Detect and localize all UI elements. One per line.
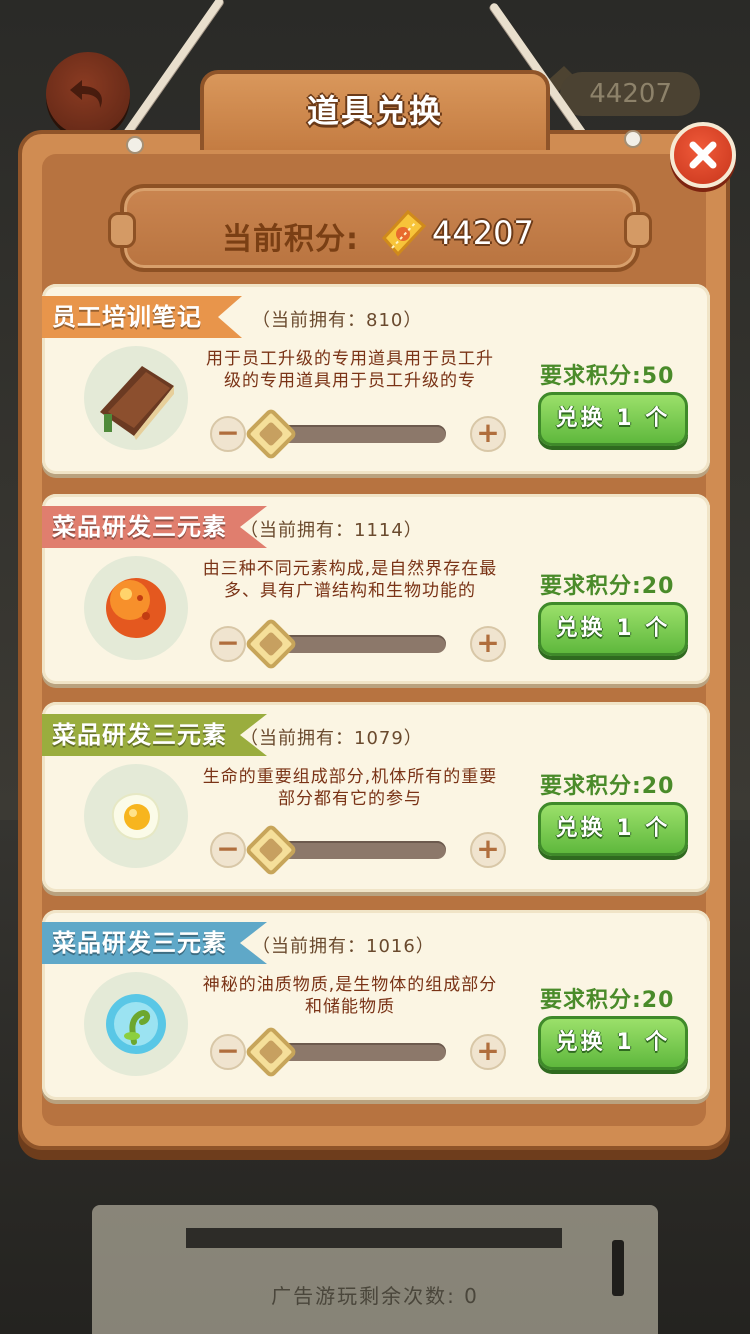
notebook-icon bbox=[100, 366, 174, 440]
ad-slot bbox=[186, 1228, 562, 1248]
item-card-1: 员工培训笔记 （当前拥有：810） 用于员工升级的专用道具用于员工升级的专用道具… bbox=[42, 284, 710, 474]
increase-button[interactable]: + bbox=[470, 416, 506, 452]
exchange-button[interactable]: 兑换 1 个 bbox=[538, 392, 688, 446]
quantity-slider-handle[interactable] bbox=[244, 1025, 298, 1079]
owned-count: （当前拥有：1016） bbox=[252, 936, 435, 957]
decrease-button[interactable]: − bbox=[210, 832, 246, 868]
orange-orb-icon bbox=[106, 578, 166, 638]
ad-card bbox=[92, 1205, 658, 1334]
quantity-slider-handle[interactable] bbox=[244, 407, 298, 461]
item-description: 生命的重要组成部分,机体所有的重要部分都有它的参与 bbox=[202, 767, 498, 809]
back-arrow-icon bbox=[70, 80, 102, 108]
item-card-4: 菜品研发三元素 （当前拥有：1016） 神秘的油质物质,是生物体的组成部分和储能… bbox=[42, 910, 710, 1100]
quantity-slider-handle[interactable] bbox=[244, 617, 298, 671]
back-button[interactable] bbox=[46, 52, 130, 136]
quantity-slider-track[interactable] bbox=[274, 841, 446, 859]
item-icon-circle bbox=[84, 346, 188, 450]
required-points: 要求积分:20 bbox=[540, 774, 675, 799]
points-value: 44207 bbox=[432, 214, 534, 252]
nail-right bbox=[624, 130, 642, 148]
quantity-slider-track[interactable] bbox=[274, 425, 446, 443]
item-name-ribbon: 菜品研发三元素 bbox=[42, 922, 267, 964]
plate-knob-right bbox=[624, 212, 652, 248]
quantity-slider-track[interactable] bbox=[274, 635, 446, 653]
exchange-button[interactable]: 兑换 1 个 bbox=[538, 1016, 688, 1070]
close-icon bbox=[689, 141, 717, 169]
page-title: 道具兑换 bbox=[306, 92, 443, 130]
required-points: 要求积分:50 bbox=[540, 364, 675, 389]
owned-count: （当前拥有：810） bbox=[252, 310, 423, 331]
decrease-button[interactable]: − bbox=[210, 626, 246, 662]
sprout-bubble-icon bbox=[106, 994, 166, 1054]
ticket-icon bbox=[381, 209, 427, 257]
owned-count: （当前拥有：1079） bbox=[240, 728, 423, 749]
nail-left bbox=[126, 136, 144, 154]
increase-button[interactable]: + bbox=[470, 832, 506, 868]
item-description: 用于员工升级的专用道具用于员工升级的专用道具用于员工升级的专 bbox=[206, 349, 494, 391]
item-name-ribbon: 菜品研发三元素 bbox=[42, 714, 267, 756]
item-description: 神秘的油质物质,是生物体的组成部分和储能物质 bbox=[202, 975, 498, 1017]
item-icon-circle bbox=[84, 764, 188, 868]
points-label: 当前积分: bbox=[222, 222, 359, 257]
egg-icon bbox=[111, 793, 160, 841]
item-name-ribbon: 菜品研发三元素 bbox=[42, 506, 267, 548]
required-points: 要求积分:20 bbox=[540, 988, 675, 1013]
increase-button[interactable]: + bbox=[470, 1034, 506, 1070]
decrease-button[interactable]: − bbox=[210, 1034, 246, 1070]
plate-knob-left bbox=[108, 212, 136, 248]
exchange-button[interactable]: 兑换 1 个 bbox=[538, 602, 688, 656]
top-score-display: 44207 bbox=[560, 72, 700, 116]
decrease-button[interactable]: − bbox=[210, 416, 246, 452]
item-icon-circle bbox=[84, 972, 188, 1076]
close-button[interactable] bbox=[670, 122, 736, 188]
ad-remaining-text: 广告游玩剩余次数: 0 bbox=[271, 1284, 479, 1308]
item-card-2: 菜品研发三元素 （当前拥有：1114） 由三种不同元素构成,是自然界存在最多、具… bbox=[42, 494, 710, 684]
quantity-slider-track[interactable] bbox=[274, 1043, 446, 1061]
required-points: 要求积分:20 bbox=[540, 574, 675, 599]
owned-count: （当前拥有：1114） bbox=[240, 520, 423, 541]
item-description: 由三种不同元素构成,是自然界存在最多、具有广谱结构和生物功能的 bbox=[202, 559, 498, 601]
item-icon-circle bbox=[84, 556, 188, 660]
increase-button[interactable]: + bbox=[470, 626, 506, 662]
quantity-slider-handle[interactable] bbox=[244, 823, 298, 877]
item-name-ribbon: 员工培训笔记 bbox=[42, 296, 242, 338]
item-card-3: 菜品研发三元素 （当前拥有：1079） 生命的重要组成部分,机体所有的重要部分都… bbox=[42, 702, 710, 892]
exchange-button[interactable]: 兑换 1 个 bbox=[538, 802, 688, 856]
